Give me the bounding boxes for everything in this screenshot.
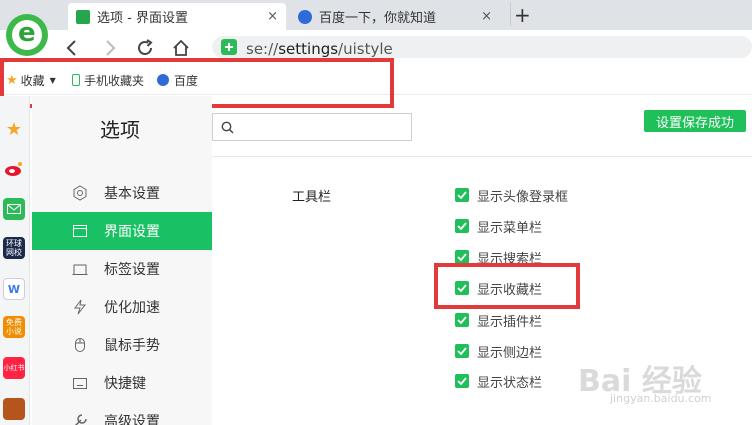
news-app-icon[interactable]: 环球 网校	[3, 237, 25, 259]
xiaohongshu-icon[interactable]: 小红书	[3, 357, 25, 379]
star-icon[interactable]: ★	[3, 118, 25, 140]
baidu-paw-icon	[298, 9, 312, 24]
checkbox-checked-icon[interactable]	[455, 219, 469, 233]
menu-item-ui[interactable]: 界面设置	[32, 212, 212, 250]
menu-label: 鼠标手势	[104, 338, 160, 354]
menu-label: 快捷键	[104, 376, 146, 392]
search-icon	[221, 121, 234, 134]
checkbox-checked-icon[interactable]	[455, 313, 469, 327]
menu-item-tabs[interactable]: 标签设置	[32, 250, 212, 288]
option-show-statusbar[interactable]: 显示状态栏	[455, 373, 543, 391]
hexagon-gear-icon	[72, 185, 88, 201]
checkbox-checked-icon[interactable]	[455, 374, 469, 388]
option-show-menubar[interactable]: 显示菜单栏	[455, 218, 543, 236]
option-label: 显示插件栏	[477, 314, 543, 330]
chevron-left-icon	[66, 40, 76, 56]
close-icon[interactable]: ×	[481, 9, 492, 24]
menu-item-shortcuts[interactable]: 快捷键	[32, 364, 212, 402]
game-app-icon[interactable]	[3, 398, 25, 420]
header-divider	[212, 156, 752, 157]
menu-label: 界面设置	[104, 224, 160, 240]
tab-icon	[72, 261, 88, 277]
tab-baidu[interactable]: 百度一下，你就知道 ×	[290, 3, 500, 30]
page-title: 选项	[100, 118, 140, 142]
address-text[interactable]: se://settings/uistyle	[246, 40, 393, 58]
checkbox-checked-icon[interactable]	[455, 250, 469, 264]
home-button[interactable]	[169, 36, 193, 60]
mail-icon[interactable]	[3, 198, 25, 220]
save-status-button[interactable]: 设置保存成功	[644, 110, 746, 132]
menu-label: 基本设置	[104, 186, 160, 202]
menu-item-advanced[interactable]: 高级设置	[32, 402, 212, 425]
back-button[interactable]	[60, 36, 84, 60]
option-show-pluginbar[interactable]: 显示插件栏	[455, 312, 543, 330]
close-icon[interactable]: ×	[267, 9, 278, 24]
watermark-url: jingyan.baidu.com	[610, 392, 712, 405]
weibo-icon[interactable]	[3, 158, 25, 180]
word-doc-icon[interactable]: W	[3, 278, 25, 300]
highlight-box	[434, 263, 580, 309]
gear-tab-icon	[76, 9, 90, 24]
novel-app-icon[interactable]: 免费 小说	[3, 316, 25, 338]
option-label: 显示菜单栏	[477, 220, 543, 236]
menu-item-gestures[interactable]: 鼠标手势	[32, 326, 212, 364]
forward-button[interactable]	[98, 36, 122, 60]
browser-logo[interactable]: e	[6, 14, 48, 56]
option-label: 显示侧边栏	[477, 345, 543, 361]
tab-divider	[510, 2, 511, 26]
option-show-avatar[interactable]: 显示头像登录框	[455, 187, 569, 205]
option-show-sidebar[interactable]: 显示侧边栏	[455, 343, 543, 361]
new-tab-button[interactable]: +	[514, 3, 531, 27]
menu-label: 高级设置	[104, 414, 160, 425]
option-label: 显示状态栏	[477, 375, 543, 391]
menu-item-speed[interactable]: 优化加速	[32, 288, 212, 326]
search-field[interactable]	[239, 116, 407, 138]
shield-icon	[221, 39, 237, 55]
tab-settings[interactable]: 选项 - 界面设置 ×	[68, 3, 286, 30]
refresh-button[interactable]	[133, 36, 157, 60]
tab-title: 选项 - 界面设置	[97, 11, 188, 26]
keyboard-icon	[72, 375, 88, 391]
checkbox-checked-icon[interactable]	[455, 344, 469, 358]
wrench-icon	[72, 413, 88, 425]
logo-e-icon: e	[18, 18, 36, 48]
settings-search-input[interactable]	[212, 113, 412, 141]
option-label: 显示头像登录框	[477, 189, 569, 205]
chevron-right-icon	[106, 40, 116, 56]
tab-title: 百度一下，你就知道	[319, 11, 437, 26]
menu-item-basic[interactable]: 基本设置	[32, 174, 212, 212]
mouse-icon	[72, 337, 88, 353]
home-icon	[173, 39, 189, 56]
menu-label: 标签设置	[104, 262, 160, 278]
lightning-icon	[72, 299, 88, 315]
menu-label: 优化加速	[104, 300, 160, 316]
window-icon	[72, 223, 88, 239]
section-label-toolbar: 工具栏	[292, 190, 332, 205]
checkbox-checked-icon[interactable]	[455, 188, 469, 202]
refresh-icon	[138, 39, 153, 55]
